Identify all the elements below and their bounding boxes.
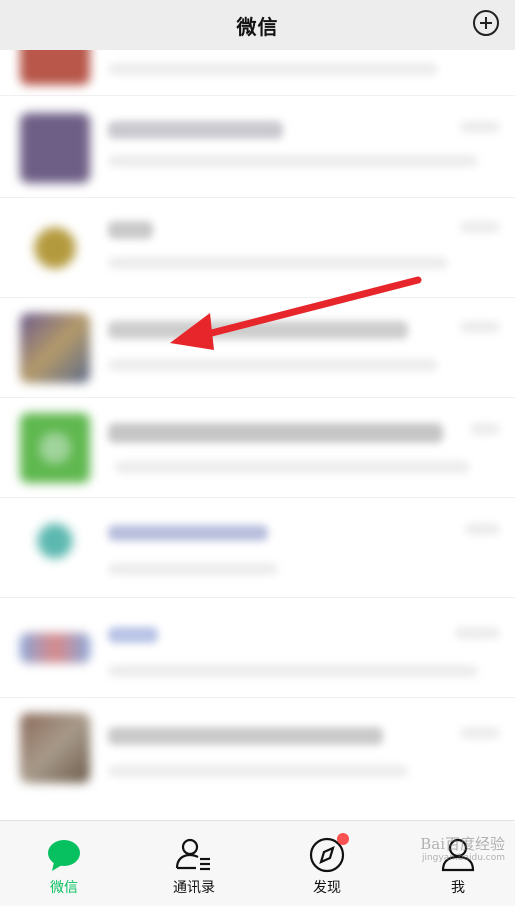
tab-discover[interactable]: 发现: [263, 821, 391, 906]
notification-dot: [337, 833, 349, 845]
compass-icon: [307, 833, 349, 875]
contacts-icon: [174, 835, 214, 875]
tab-chats[interactable]: 微信: [0, 821, 128, 906]
chat-list: [0, 50, 515, 820]
red-arrow-icon: [170, 276, 422, 350]
tab-label: 微信: [50, 880, 78, 896]
navbar: 微信: [0, 0, 515, 50]
chat-bubble-icon: [44, 835, 84, 875]
add-plus-icon[interactable]: [473, 10, 499, 36]
watermark-text: Bai百度经验: [420, 835, 505, 853]
tab-label: 通讯录: [173, 880, 215, 896]
page-title: 微信: [236, 14, 279, 39]
watermark-url: jingyan.baidu.com: [421, 853, 505, 864]
tab-label: 发现: [313, 880, 341, 896]
watermark: Bai百度经验 jingyan.baidu.com: [420, 835, 505, 864]
tab-contacts[interactable]: 通讯录: [130, 821, 258, 906]
tab-label: 我: [451, 880, 465, 896]
